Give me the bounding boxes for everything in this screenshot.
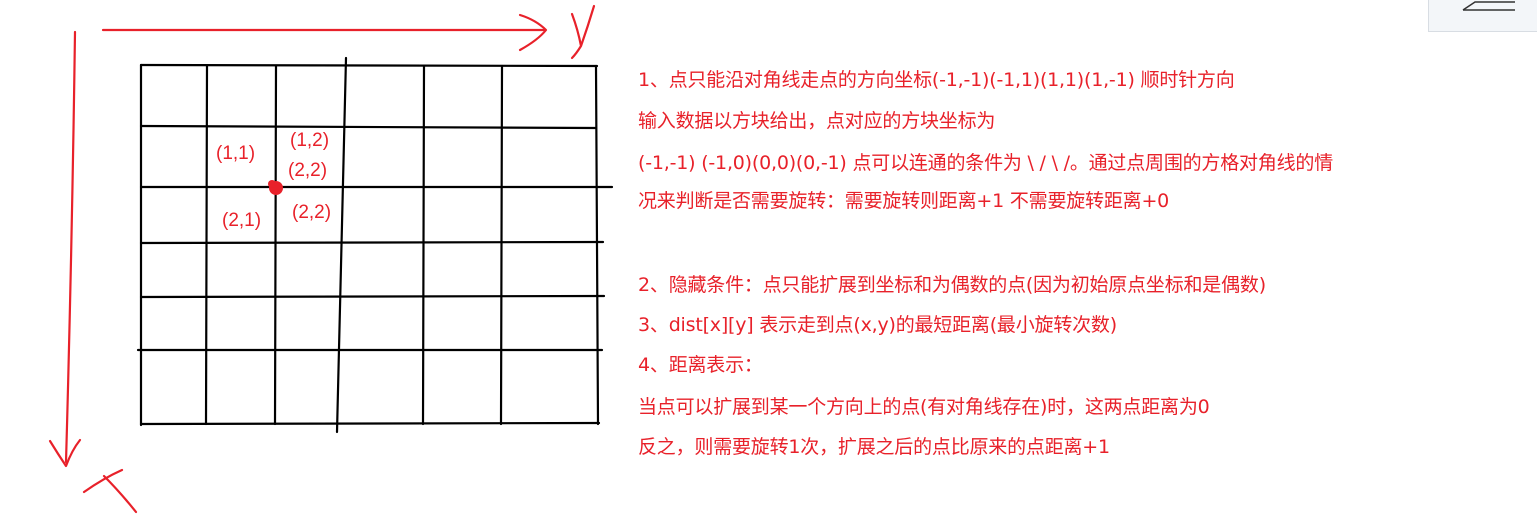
note-line-4: 况来判断是否需要旋转：需要旋转则距离+1 不需要旋转距离+0 (638, 190, 1170, 212)
note-line-3: (-1,-1) (-1,0)(0,0)(0,-1) 点可以连通的条件为 \ / … (638, 152, 1334, 174)
note-line-9: 反之，则需要旋转1次，扩展之后的点比原来的点距离+1 (638, 436, 1110, 458)
grid-line-h2 (139, 124, 598, 130)
grid-line-h5 (139, 294, 606, 299)
x-axis-letter (82, 468, 138, 514)
point-label-1-1: (1,1) (216, 143, 256, 164)
note-line-7: 4、距离表示： (638, 354, 763, 376)
grid-line-v6 (499, 64, 504, 426)
origin-point (268, 180, 283, 195)
grid-line-v3 (273, 64, 278, 426)
grid-line-h4 (139, 240, 605, 245)
y-axis-letter (570, 4, 596, 60)
grid-line-v7 (594, 64, 600, 426)
note-line-5: 2、隐藏条件：点只能扩展到坐标和为偶数的点(因为初始原点坐标和是偶数) (638, 274, 1266, 296)
point-label-2-2-top: (2,2) (288, 160, 328, 181)
y-axis-arrowhead (518, 13, 548, 52)
note-line-6: 3、dist[x][y] 表示走到点(x,y)的最短距离(最小旋转次数) (638, 314, 1117, 336)
grid-line-h1 (139, 63, 599, 68)
note-line-8: 当点可以扩展到某一个方向上的点(有对角线存在)时，这两点距离为0 (638, 396, 1210, 418)
note-line-2: 输入数据以方块给出，点对应的方块坐标为 (638, 110, 996, 132)
grid (136, 56, 614, 434)
grid-line-v2 (204, 64, 209, 426)
corner-icon (1462, 1, 1515, 11)
corner-panel (1428, 0, 1537, 32)
x-axis-arrow (64, 30, 77, 464)
grid-line-v4 (335, 56, 348, 434)
point-label-2-1: (2,1) (222, 210, 262, 231)
point-label-1-2: (1,2) (290, 130, 330, 151)
grid-line-v5 (421, 64, 426, 426)
note-line-1: 1、点只能沿对角线走点的方向坐标(-1,-1)(-1,1)(1,1)(1,-1)… (638, 69, 1235, 91)
grid-line-h7 (139, 421, 601, 426)
axes (48, 4, 596, 514)
point-label-2-2-bottom: (2,2) (292, 202, 332, 223)
